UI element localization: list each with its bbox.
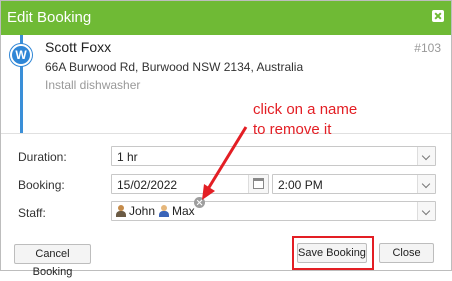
staff-name-max: Max [172, 204, 195, 218]
booking-label: Booking: [18, 178, 65, 192]
person-icon [116, 205, 126, 217]
duration-select[interactable]: 1 hr [111, 146, 436, 166]
remove-staff-icon[interactable] [194, 197, 205, 208]
chevron-down-icon[interactable] [417, 175, 435, 193]
staff-name-john: John [129, 204, 156, 218]
calendar-button[interactable] [248, 175, 268, 193]
time-select[interactable]: 2:00 PM [272, 174, 436, 194]
annotation-line-2: to remove it [253, 121, 332, 138]
duration-value: 1 hr [117, 150, 138, 164]
staff-tag-john[interactable]: John [116, 204, 155, 218]
customer-name: Scott Foxx [45, 39, 112, 55]
date-value: 15/02/2022 [117, 178, 178, 192]
staff-label: Staff: [18, 206, 46, 220]
section-divider [1, 133, 451, 134]
customer-address: 66A Burwood Rd, Burwood NSW 2134, Austra… [45, 60, 304, 74]
annotation-text: click on a name to remove it [253, 100, 357, 140]
time-value: 2:00 PM [278, 178, 323, 192]
save-booking-button[interactable]: Save Booking [297, 243, 367, 263]
job-number: #103 [414, 41, 441, 55]
chevron-down-icon[interactable] [417, 202, 435, 220]
staff-multiselect[interactable]: John Max [111, 197, 436, 221]
duration-label: Duration: [18, 150, 67, 164]
annotation-line-1: click on a name [253, 101, 358, 118]
dialog-title: Edit Booking [7, 9, 92, 26]
date-field[interactable]: 15/02/2022 [111, 174, 269, 194]
dialog-titlebar: Edit Booking [1, 1, 451, 35]
close-icon[interactable] [432, 10, 444, 22]
staff-tag-max[interactable]: Max [159, 204, 195, 218]
edit-booking-dialog: Edit Booking W Scott Foxx 66A Burwood Rd… [0, 0, 452, 278]
calendar-icon [253, 178, 264, 189]
avatar: W [10, 44, 32, 66]
cancel-booking-button[interactable]: Cancel Booking [14, 244, 91, 278]
job-description: Install dishwasher [45, 78, 141, 92]
close-button[interactable]: Close [379, 243, 434, 263]
person-icon [159, 205, 169, 217]
chevron-down-icon[interactable] [417, 147, 435, 165]
